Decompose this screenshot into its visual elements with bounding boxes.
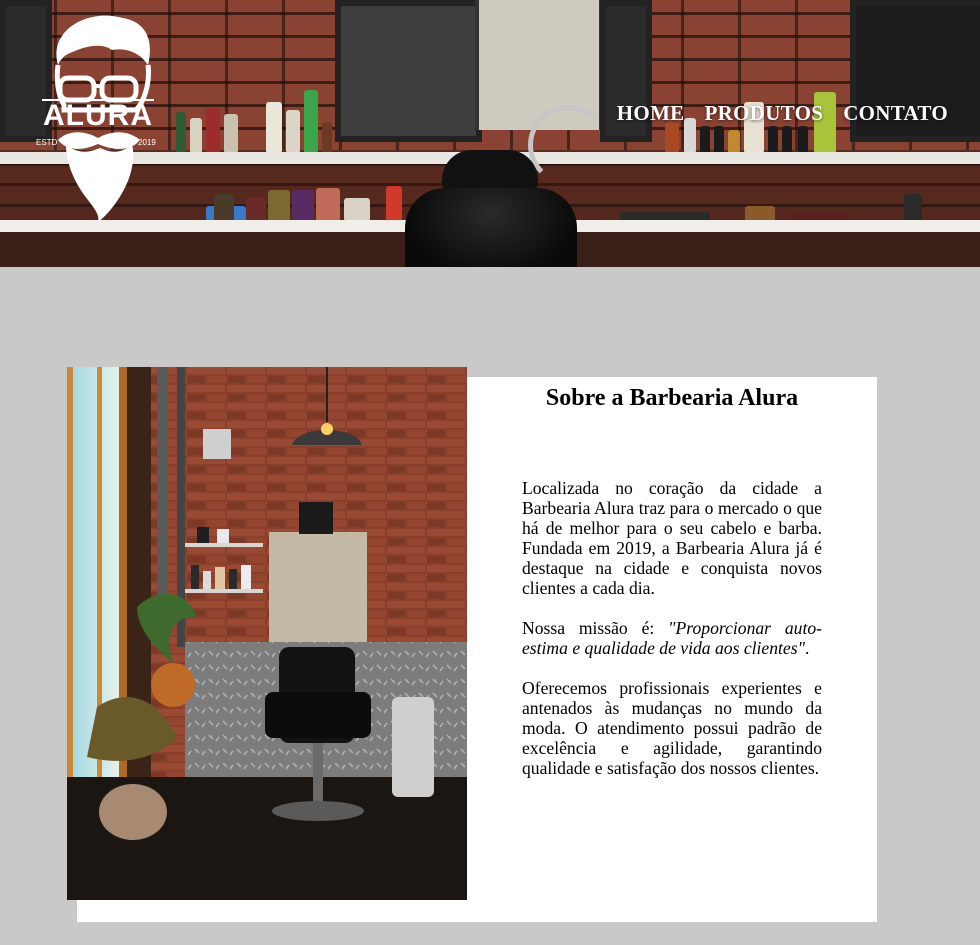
about-paragraph-location: Localizada no coração da cidade a Barbea… [522,478,822,598]
about-barbershop-photo [67,367,467,900]
about-description: Localizada no coração da cidade a Barbea… [522,478,822,798]
header-dryer-hose [528,105,608,185]
logo-year-label: 2019 [138,138,156,147]
barbershop-interior-image [67,367,467,900]
main-navigation: HOME PRODUTOS CONTATO [617,101,948,126]
nav-produtos-link[interactable]: PRODUTOS [705,101,824,126]
header-barber-chair [405,188,577,267]
nav-home-link[interactable]: HOME [617,101,685,126]
mission-suffix: . [804,638,810,658]
about-title: Sobre a Barbearia Alura [545,385,799,411]
about-paragraph-services: Oferecemos profissionais experientes e a… [522,678,822,778]
logo-wordmark: ALURA [43,99,153,132]
mission-prefix: Nossa missão é: [522,618,669,638]
alura-logo[interactable]: ALURA ESTD 2019 [28,10,168,225]
about-paragraph-mission: Nossa missão é: "Proporcionar auto-estim… [522,618,822,658]
nav-contato-link[interactable]: CONTATO [843,101,948,126]
logo-est-label: ESTD [36,138,58,147]
site-header: ALURA ESTD 2019 HOME PRODUTOS CONTATO [0,0,980,267]
